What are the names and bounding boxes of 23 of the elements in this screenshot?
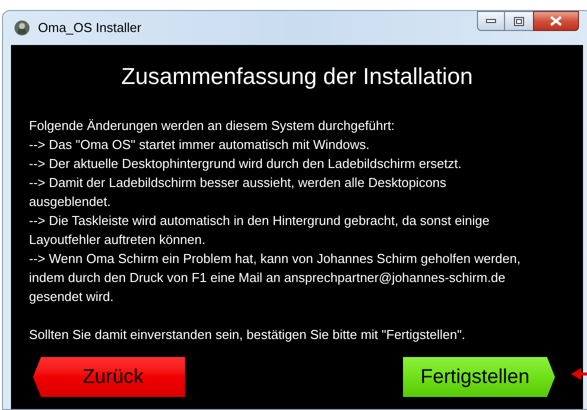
summary-line: ausgeblendet. bbox=[29, 193, 111, 211]
minimize-icon bbox=[486, 19, 496, 23]
minimize-button[interactable] bbox=[477, 11, 505, 31]
summary-line: --> Der aktuelle Desktophintergrund wird durch den Ladebildschirm ersetzt. bbox=[29, 155, 462, 173]
summary-line: indem durch den Druck von F1 eine Mail an ansprechpartner@johannes-schirm.de bbox=[29, 269, 506, 287]
summary-line: --> Damit der Ladebildschirm besser aussieht, werden alle Desktopicons bbox=[29, 174, 446, 192]
arrow-icon bbox=[571, 367, 587, 381]
maximize-icon bbox=[514, 16, 524, 26]
summary-line: --> Das "Oma OS" startet immer automatisch mit Windows. bbox=[29, 136, 370, 154]
app-icon bbox=[14, 20, 30, 36]
finish-button[interactable]: Fertigstellen bbox=[403, 357, 555, 397]
back-button[interactable]: Zurück bbox=[33, 357, 185, 397]
summary-line: --> Die Taskleiste wird automatisch in den Hintergrund gebracht, da sonst einige bbox=[29, 212, 490, 230]
close-icon bbox=[550, 16, 562, 26]
window-title: Oma_OS Installer bbox=[38, 19, 142, 38]
confirmation-text: Sollten Sie damit einverstanden sein, bestätigen Sie bitte mit "Fertigstellen". bbox=[29, 326, 466, 344]
maximize-button[interactable] bbox=[505, 11, 533, 31]
summary-line: gesendet wird. bbox=[29, 288, 114, 306]
summary-heading: Zusammenfassung der Installation bbox=[121, 62, 473, 91]
close-button[interactable] bbox=[533, 11, 579, 31]
summary-line: --> Wenn Oma Schirm ein Problem hat, kann von Johannes Schirm geholfen werden, bbox=[29, 250, 520, 268]
summary-line: Layoutfehler auftreten können. bbox=[29, 231, 206, 249]
summary-line: Folgende Änderungen werden an diesem System durchgeführt: bbox=[29, 117, 395, 135]
